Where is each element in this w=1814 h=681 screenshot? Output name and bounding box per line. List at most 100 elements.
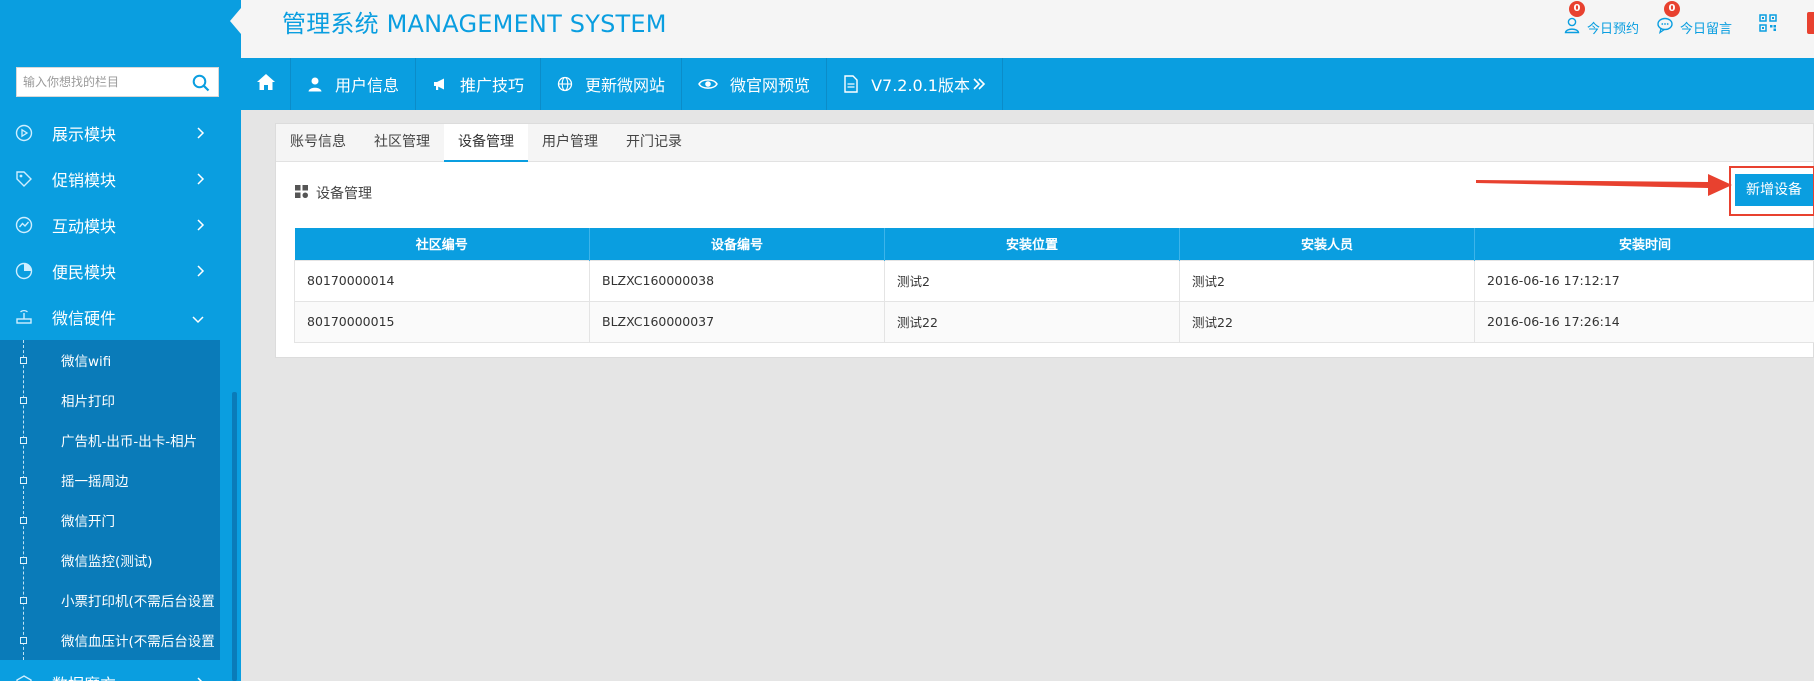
table-row[interactable]: 80170000015 BLZXC160000037 测试22 测试22 201… bbox=[294, 300, 1814, 343]
user-menu-edge[interactable] bbox=[1807, 12, 1814, 34]
logo-area bbox=[0, 0, 241, 58]
sidebar-item-display[interactable]: 展示模块 bbox=[0, 110, 227, 156]
document-icon bbox=[843, 75, 859, 93]
grid-icon bbox=[295, 184, 308, 202]
play-circle-icon bbox=[12, 121, 36, 145]
eye-icon bbox=[698, 77, 718, 91]
appointments-label: 今日预约 bbox=[1587, 21, 1640, 37]
tree-node-icon bbox=[20, 557, 27, 564]
submenu-item-label: 微信监控(测试) bbox=[61, 554, 153, 570]
chevron-right-icon bbox=[195, 263, 205, 282]
search-input[interactable] bbox=[17, 68, 187, 96]
chevron-right-icon bbox=[195, 675, 205, 681]
tab-door-records[interactable]: 开门记录 bbox=[612, 124, 696, 162]
submenu-item-monitor[interactable]: 微信监控(测试) bbox=[0, 540, 220, 580]
sidebar-item-label: 便民模块 bbox=[52, 263, 117, 282]
submenu-item-ad-machine[interactable]: 广告机-出币-出卡-相片 bbox=[0, 420, 220, 460]
nav-home[interactable] bbox=[241, 58, 291, 110]
column-header[interactable]: 社区编号 bbox=[294, 228, 590, 260]
app-title: 管理系统 MANAGEMENT SYSTEM bbox=[282, 10, 667, 38]
tab-bar: 账号信息 社区管理 设备管理 用户管理 开门记录 bbox=[276, 124, 1813, 162]
section-title: 设备管理 bbox=[316, 186, 372, 202]
chevron-right-icon bbox=[195, 171, 205, 190]
tree-node-icon bbox=[20, 397, 27, 404]
home-icon bbox=[256, 73, 276, 95]
nav-user-info[interactable]: 用户信息 bbox=[291, 58, 417, 110]
sidebar-search bbox=[16, 67, 219, 97]
table-cell: 2016-06-16 17:12:17 bbox=[1474, 259, 1814, 302]
tree-node-icon bbox=[20, 517, 27, 524]
sidebar-item-wechat-hardware[interactable]: 微信硬件 bbox=[0, 294, 227, 340]
nav-version[interactable]: V7.2.0.1版本 bbox=[827, 58, 1003, 110]
submenu-item-receipt-printer[interactable]: 小票打印机(不需后台设置 bbox=[0, 580, 220, 620]
table-header-row: 社区编号 设备编号 安装位置 安装人员 安装时间 bbox=[294, 228, 1814, 260]
submenu-item-wifi[interactable]: 微信wifi bbox=[0, 340, 220, 380]
submenu-item-label: 相片打印 bbox=[61, 394, 115, 410]
sidebar-item-data-cube[interactable]: 数据魔方 bbox=[0, 660, 227, 681]
submenu-item-photo-print[interactable]: 相片打印 bbox=[0, 380, 220, 420]
table-cell: 测试22 bbox=[1179, 300, 1475, 343]
globe-icon bbox=[557, 76, 573, 92]
messages-label: 今日留言 bbox=[1680, 21, 1733, 37]
user-icon bbox=[1563, 16, 1581, 38]
sidebar-menu: 展示模块 促销模块 互动模块 便民模块 微信硬件 微信wifi 相片打印 广告机… bbox=[0, 110, 227, 681]
content-panel: 账号信息 社区管理 设备管理 用户管理 开门记录 设备管理 新增设备 社区编号 bbox=[275, 123, 1814, 358]
submenu-item-blood-pressure[interactable]: 微信血压计(不需后台设置 bbox=[0, 620, 220, 660]
pie-chart-icon bbox=[12, 259, 36, 283]
nav-label: V7.2.0.1版本 bbox=[871, 76, 970, 95]
sidebar-scrollbar[interactable] bbox=[232, 392, 237, 681]
column-header[interactable]: 设备编号 bbox=[589, 228, 885, 260]
nav-site-preview[interactable]: 微官网预览 bbox=[682, 58, 828, 110]
sidebar: 展示模块 促销模块 互动模块 便民模块 bbox=[0, 0, 241, 681]
table-cell: 测试2 bbox=[884, 259, 1180, 302]
nav-label: 微官网预览 bbox=[730, 76, 811, 95]
sidebar-item-convenience[interactable]: 便民模块 bbox=[0, 248, 227, 294]
submenu-item-label: 摇一摇周边 bbox=[61, 474, 129, 490]
submenu-item-label: 广告机-出币-出卡-相片 bbox=[61, 434, 198, 450]
submenu-item-label: 微信血压计(不需后台设置 bbox=[61, 634, 215, 650]
nav-label: 更新微网站 bbox=[585, 76, 666, 95]
tab-account-info[interactable]: 账号信息 bbox=[276, 124, 360, 162]
sidebar-item-label: 微信硬件 bbox=[52, 309, 117, 328]
annotation-arrow bbox=[1476, 174, 1732, 196]
sidebar-item-label: 数据魔方 bbox=[52, 671, 116, 681]
tab-user-management[interactable]: 用户管理 bbox=[528, 124, 612, 162]
submenu-item-shake[interactable]: 摇一摇周边 bbox=[0, 460, 220, 500]
table-row[interactable]: 80170000014 BLZXC160000038 测试2 测试2 2016-… bbox=[294, 259, 1814, 302]
chart-circle-icon bbox=[12, 213, 36, 237]
chevron-down-icon bbox=[191, 309, 205, 328]
table-cell: 测试2 bbox=[1179, 259, 1475, 302]
top-header: 管理系统 MANAGEMENT SYSTEM 0 今日预约 0 今日留言 bbox=[241, 0, 1814, 58]
chat-bubble-icon bbox=[1656, 16, 1674, 38]
table-cell: 2016-06-16 17:26:14 bbox=[1474, 300, 1814, 343]
sidebar-item-label: 互动模块 bbox=[52, 217, 117, 236]
chevron-right-icon bbox=[195, 217, 205, 236]
messages-badge: 0 bbox=[1664, 1, 1680, 17]
column-header[interactable]: 安装人员 bbox=[1179, 228, 1475, 260]
sidebar-toggle-notch[interactable] bbox=[230, 8, 241, 34]
column-header[interactable]: 安装位置 bbox=[884, 228, 1180, 260]
nav-label: 推广技巧 bbox=[460, 76, 525, 95]
submenu-item-label: 微信wifi bbox=[61, 354, 112, 370]
sidebar-item-promotion[interactable]: 促销模块 bbox=[0, 156, 227, 202]
appointments-badge: 0 bbox=[1569, 1, 1585, 17]
nav-promotion-tips[interactable]: 推广技巧 bbox=[416, 58, 542, 110]
table-cell: BLZXC160000037 bbox=[589, 300, 885, 343]
search-icon[interactable] bbox=[192, 74, 210, 96]
column-header[interactable]: 安装时间 bbox=[1474, 228, 1814, 260]
sidebar-submenu: 微信wifi 相片打印 广告机-出币-出卡-相片 摇一摇周边 微信开门 微信监控… bbox=[0, 340, 220, 660]
submenu-item-door-open[interactable]: 微信开门 bbox=[0, 500, 220, 540]
qr-code-icon[interactable] bbox=[1759, 14, 1777, 36]
today-appointments-link[interactable]: 0 今日预约 bbox=[1563, 1, 1640, 38]
today-messages-link[interactable]: 0 今日留言 bbox=[1656, 1, 1733, 38]
cube-icon bbox=[12, 671, 36, 681]
nav-label: 用户信息 bbox=[335, 76, 400, 95]
device-table: 社区编号 设备编号 安装位置 安装人员 安装时间 80170000014 BLZ… bbox=[294, 228, 1814, 343]
tree-node-icon bbox=[20, 597, 27, 604]
tag-icon bbox=[12, 167, 36, 191]
nav-update-site[interactable]: 更新微网站 bbox=[541, 58, 683, 110]
add-device-button[interactable]: 新增设备 bbox=[1735, 174, 1813, 206]
sidebar-item-interaction[interactable]: 互动模块 bbox=[0, 202, 227, 248]
tab-community-management[interactable]: 社区管理 bbox=[360, 124, 444, 162]
tab-device-management[interactable]: 设备管理 bbox=[444, 124, 528, 162]
